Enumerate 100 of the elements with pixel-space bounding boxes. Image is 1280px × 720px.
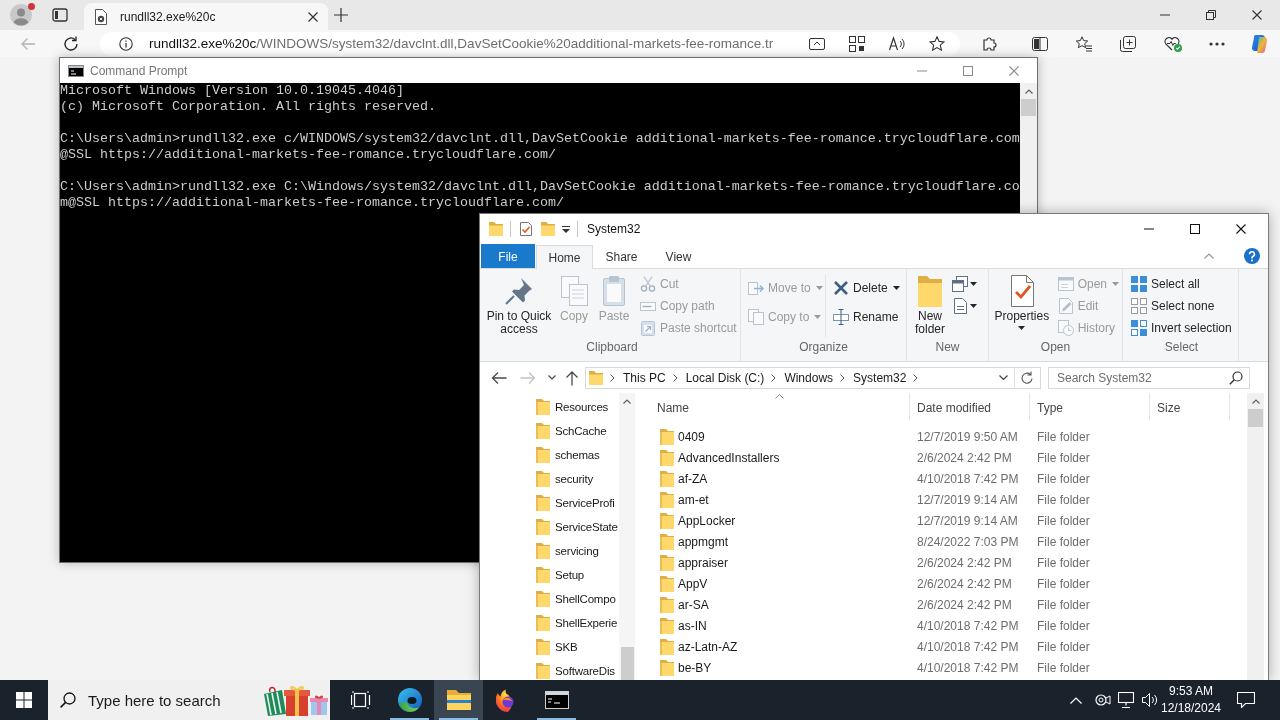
tree-item[interactable]: Setup: [480, 566, 619, 584]
new-folder-button[interactable]: New folder: [908, 273, 952, 336]
scrollbar-thumb[interactable]: [1248, 409, 1263, 427]
refresh-icon[interactable]: [63, 35, 79, 52]
chevron-right-icon[interactable]: [840, 373, 846, 382]
refresh-icon[interactable]: [1020, 370, 1034, 385]
chevron-right-icon[interactable]: [913, 373, 919, 382]
select-all-button[interactable]: Select all: [1128, 273, 1235, 295]
grid-icon[interactable]: [849, 35, 865, 52]
file-row[interactable]: am-et 12/7/2019 9:14 AM File folder: [650, 489, 1247, 510]
file-row[interactable]: be-BY 4/10/2018 7:42 PM File folder: [650, 657, 1247, 678]
column-header[interactable]: Size: [1150, 393, 1230, 420]
scrollbar[interactable]: [619, 393, 635, 680]
file-row[interactable]: AppLocker 12/7/2019 9:14 AM File folder: [650, 510, 1247, 531]
taskbar-button[interactable]: [434, 680, 483, 720]
new-item-button[interactable]: [952, 273, 979, 295]
breadcrumb-item[interactable]: System32: [853, 370, 907, 385]
help-icon[interactable]: [1244, 248, 1260, 264]
copilot-icon[interactable]: [1249, 33, 1269, 54]
tree-item[interactable]: ServiceState: [480, 518, 619, 536]
scrollbar-thumb[interactable]: [1021, 99, 1036, 116]
profile-avatar-icon[interactable]: [9, 3, 35, 27]
column-header[interactable]: Date modified: [910, 393, 1030, 420]
scrollbar-thumb[interactable]: [620, 647, 634, 680]
heart-icon[interactable]: [1164, 35, 1182, 52]
folder-icon: [536, 471, 550, 487]
browser-tab[interactable]: rundll32.exe%20c: [84, 3, 328, 30]
file-row[interactable]: 0409 12/7/2019 9:50 AM File folder: [650, 426, 1247, 447]
maximize-icon[interactable]: [1190, 224, 1200, 234]
notification-icon[interactable]: [1237, 692, 1255, 708]
rename-button[interactable]: Rename: [830, 306, 903, 328]
file-row[interactable]: appmgmt 8/24/2022 7:03 PM File folder: [650, 531, 1247, 552]
ribbon-tab[interactable]: Share: [593, 244, 650, 268]
camera-icon[interactable]: [1095, 692, 1111, 708]
file-row[interactable]: af-ZA 4/10/2018 7:42 PM File folder: [650, 468, 1247, 489]
favorites-icon[interactable]: [1076, 35, 1092, 52]
tree-item[interactable]: Resources: [480, 398, 619, 416]
tree-item[interactable]: ShellCompo: [480, 590, 619, 608]
breadcrumb-item[interactable]: Local Disk (C:): [685, 370, 765, 385]
speaker-icon[interactable]: [1142, 692, 1158, 708]
window-icon[interactable]: [809, 35, 825, 52]
file-row[interactable]: as-IN 4/10/2018 7:42 PM File folder: [650, 615, 1247, 636]
select-none-button[interactable]: Select none: [1128, 295, 1235, 317]
tree-item[interactable]: servicing: [480, 542, 619, 560]
column-header[interactable]: Type: [1030, 393, 1150, 420]
tree-item[interactable]: SoftwareDis: [480, 662, 619, 680]
restore-icon[interactable]: [1206, 10, 1216, 20]
ribbon-tab[interactable]: View: [650, 244, 707, 268]
up-arrow-icon[interactable]: [565, 369, 579, 386]
scrollbar[interactable]: [1020, 83, 1037, 213]
more-icon[interactable]: [1209, 41, 1225, 46]
delete-button[interactable]: Delete: [830, 277, 903, 299]
properties-check-icon[interactable]: [520, 222, 532, 236]
address-bar[interactable]: This PC Local Disk (C:) Windows System32: [585, 366, 1041, 389]
address-field[interactable]: rundll32.exe%20c/WINDOWS/system32/davclnt.dll,DavSetCookie%20additional-markets-fee-romance.tr: [100, 31, 960, 56]
column-header[interactable]: Name: [650, 393, 910, 420]
tree-item[interactable]: security: [480, 470, 619, 488]
file-row[interactable]: AppV 2/6/2024 2:42 PM File folder: [650, 573, 1247, 594]
file-row[interactable]: az-Latn-AZ 4/10/2018 7:42 PM File folder: [650, 636, 1247, 657]
tab-actions-icon[interactable]: [52, 7, 68, 23]
ribbon-tab[interactable]: File: [481, 244, 535, 268]
read-aloud-icon[interactable]: [889, 35, 905, 52]
chevron-down-icon[interactable]: [548, 375, 556, 380]
close-icon[interactable]: [1252, 10, 1262, 20]
dropdown-arrow-icon[interactable]: [562, 225, 570, 233]
back-arrow-icon[interactable]: [491, 370, 507, 385]
collections-icon[interactable]: [1120, 35, 1136, 52]
chevron-right-icon[interactable]: [610, 373, 615, 382]
info-icon[interactable]: [119, 36, 133, 51]
search-field[interactable]: Search System32: [1048, 366, 1250, 389]
star-icon[interactable]: [929, 35, 945, 52]
properties-button[interactable]: Properties: [992, 273, 1052, 330]
close-icon[interactable]: [1236, 224, 1246, 234]
scrollbar[interactable]: [1247, 393, 1264, 680]
invert-selection-button[interactable]: Invert selection: [1128, 317, 1235, 339]
file-row[interactable]: appraiser 2/6/2024 2:42 PM File folder: [650, 552, 1247, 573]
tree-item[interactable]: ServiceProfi: [480, 494, 619, 512]
tree-item[interactable]: SchCache: [480, 422, 619, 440]
ribbon-tab[interactable]: Home: [536, 245, 593, 269]
breadcrumb-item[interactable]: This PC: [623, 370, 666, 385]
pin-to-quick-access-button[interactable]: Pin to Quick access: [484, 273, 554, 336]
search-icon[interactable]: [1229, 370, 1243, 385]
clock-time[interactable]: 9:53 AM: [1169, 683, 1213, 700]
windows-logo-icon[interactable]: [16, 692, 32, 708]
tree-item[interactable]: ShellExperie: [480, 614, 619, 632]
easy-access-button[interactable]: [952, 295, 979, 317]
tree-item[interactable]: schemas: [480, 446, 619, 464]
file-row[interactable]: AdvancedInstallers 2/6/2024 2:42 PM File folder: [650, 447, 1247, 468]
puzzle-icon[interactable]: [982, 35, 998, 52]
tree-item[interactable]: SKB: [480, 638, 619, 656]
split-screen-icon[interactable]: [1032, 35, 1048, 52]
network-icon[interactable]: [1118, 692, 1134, 708]
clock-date[interactable]: 12/18/2024: [1160, 700, 1222, 717]
close-icon[interactable]: [308, 11, 318, 22]
chevron-right-icon[interactable]: [672, 373, 678, 382]
chevron-down-icon[interactable]: [999, 375, 1008, 380]
breadcrumb-item[interactable]: Windows: [784, 370, 834, 385]
file-row[interactable]: ar-SA 2/6/2024 2:42 PM File folder: [650, 594, 1247, 615]
plus-icon[interactable]: [334, 8, 348, 22]
chevron-right-icon[interactable]: [771, 373, 777, 382]
